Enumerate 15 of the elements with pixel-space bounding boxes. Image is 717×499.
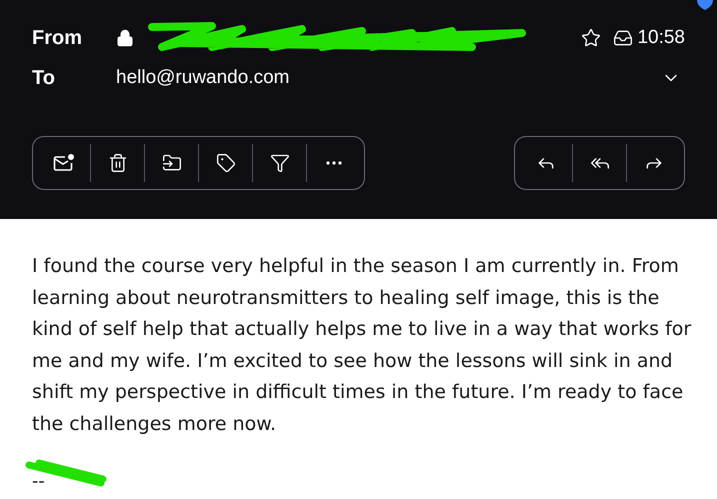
message-body: I found the course very helpful in the season I am currently in. From learning about neurotransmitters to healing self image, this is the kind of self help that actually helps me to live in a way that works for me and my wife. I’m excited to see how the lessons will sink in and shift my perspective in difficult times in the future. I’m ready to face the challenges more now. [32,254,692,436]
from-label: From [32,26,83,51]
mail-dot-icon [52,153,74,173]
lock-icon [116,29,134,47]
tag-icon [216,153,236,173]
message-time: 10:58 [637,26,685,50]
filter-icon [270,153,290,173]
recipient-address: hello@ruwando.com [116,66,290,90]
trash-icon [108,153,128,173]
signature: -- [32,470,45,494]
folder-icon [162,153,182,173]
more-icon [326,161,342,165]
star-button[interactable] [581,28,602,48]
inbox-icon [613,28,634,48]
to-label: To [32,66,56,91]
